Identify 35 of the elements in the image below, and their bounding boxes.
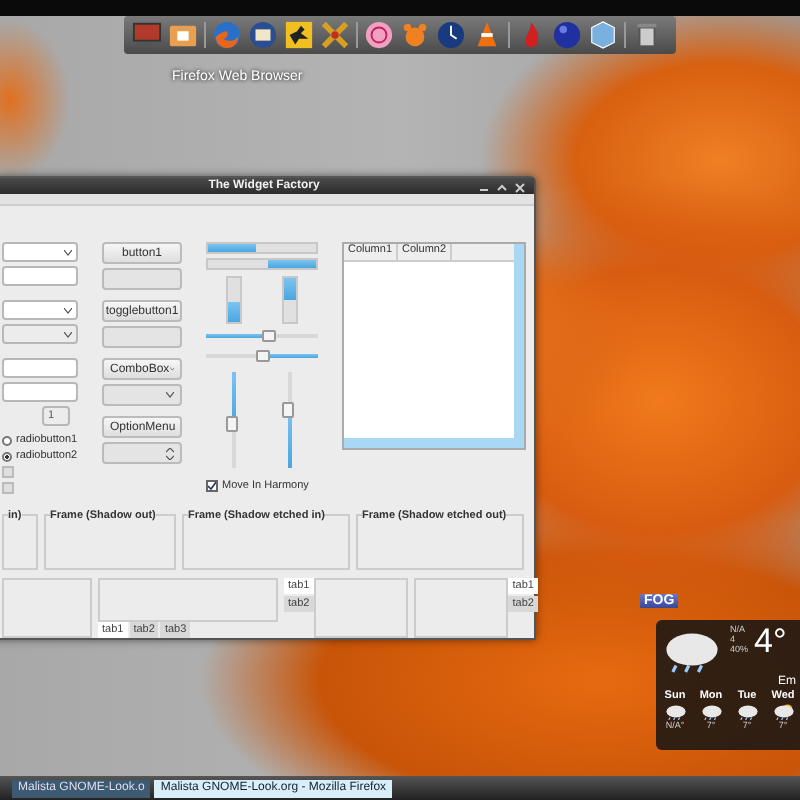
combo-field[interactable] bbox=[2, 324, 78, 344]
radio-button[interactable] bbox=[2, 451, 12, 461]
notebook-page bbox=[313, 578, 408, 638]
notebook-page bbox=[414, 578, 509, 638]
slider-thumb[interactable] bbox=[256, 350, 270, 362]
caret-icon bbox=[64, 308, 72, 314]
combo-field[interactable] bbox=[2, 300, 78, 320]
traffic-cone-icon[interactable] bbox=[472, 20, 502, 50]
close-icon[interactable] bbox=[514, 182, 526, 194]
slider-thumb[interactable] bbox=[226, 416, 238, 433]
input-field[interactable] bbox=[2, 382, 78, 402]
trash-icon[interactable] bbox=[632, 20, 662, 50]
envelope-icon[interactable] bbox=[248, 20, 278, 50]
slider-thumb[interactable] bbox=[261, 330, 276, 342]
bird-icon[interactable] bbox=[284, 20, 314, 50]
caret-icon bbox=[166, 392, 174, 398]
caret-icon bbox=[64, 332, 72, 338]
temperature: 4° bbox=[754, 624, 787, 664]
crossed-tools-icon[interactable] bbox=[320, 20, 350, 50]
scrollbar[interactable] bbox=[514, 244, 524, 448]
caret-icon bbox=[64, 250, 72, 256]
cube-icon[interactable] bbox=[588, 20, 618, 50]
notebook-page bbox=[2, 578, 92, 638]
folder-icon[interactable] bbox=[168, 20, 198, 50]
scrollbar[interactable] bbox=[344, 438, 514, 448]
input-field[interactable] bbox=[2, 358, 78, 378]
up-down-caret-icon bbox=[166, 447, 174, 459]
radio-button[interactable] bbox=[2, 435, 12, 445]
clock-icon[interactable] bbox=[436, 20, 466, 50]
circle-logo-icon[interactable] bbox=[364, 20, 394, 50]
input-field[interactable] bbox=[2, 266, 78, 286]
maximize-icon[interactable] bbox=[496, 182, 508, 194]
checkbox[interactable] bbox=[206, 480, 218, 492]
combo-field[interactable] bbox=[2, 242, 78, 262]
slider-thumb[interactable] bbox=[282, 402, 294, 419]
